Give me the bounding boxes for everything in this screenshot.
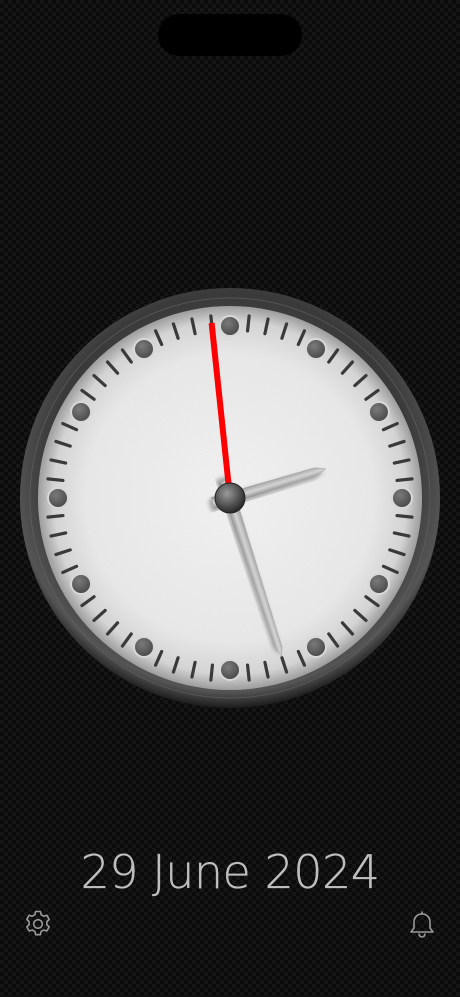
hour-marker-dot xyxy=(70,573,93,595)
minute-tick xyxy=(46,513,65,519)
minute-tick xyxy=(209,663,215,682)
hour-marker-dot xyxy=(47,487,69,509)
alarm-button[interactable] xyxy=(402,904,442,944)
hour-marker-dot xyxy=(133,635,155,658)
date-label: 29 June 2024 xyxy=(80,845,380,899)
gear-icon xyxy=(26,910,50,936)
hour-marker-dot xyxy=(305,635,327,658)
minute-tick xyxy=(395,477,414,483)
hour-marker-dot xyxy=(219,315,241,337)
minute-tick xyxy=(245,314,251,333)
bell-icon xyxy=(410,911,434,938)
hour-marker-dot xyxy=(367,401,390,423)
analog-clock xyxy=(20,288,440,708)
hour-marker-dot xyxy=(305,338,327,361)
hour-marker-dot xyxy=(367,573,390,595)
minute-tick xyxy=(46,477,65,483)
hour-marker-dot xyxy=(70,401,93,423)
dynamic-island xyxy=(158,14,302,56)
minute-tick xyxy=(395,513,414,519)
clock-face-svg xyxy=(20,288,440,708)
hour-marker-dot xyxy=(133,338,155,361)
hour-marker-dot xyxy=(391,487,413,509)
minute-tick xyxy=(245,663,251,682)
hour-marker-dot xyxy=(219,659,241,681)
settings-button[interactable] xyxy=(18,904,58,944)
